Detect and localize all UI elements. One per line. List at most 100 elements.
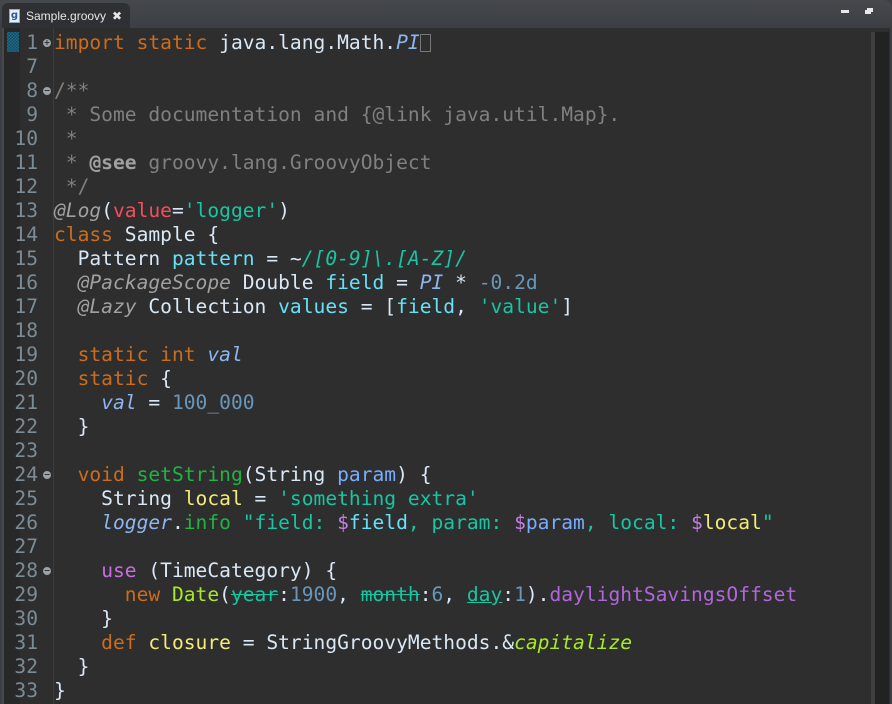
restore-icon[interactable] <box>865 10 871 14</box>
close-icon[interactable]: ✖ <box>112 9 122 23</box>
code-token: : <box>502 583 515 606</box>
code-token: year <box>230 583 279 606</box>
code-token: -0.2d <box>478 271 538 294</box>
fold-collapse-icon[interactable]: − <box>43 567 51 575</box>
code-token: /** <box>54 79 90 102</box>
code-text: * <box>54 127 78 151</box>
code-token: field <box>396 295 456 318</box>
line-number: 33 <box>14 679 38 702</box>
code-token: ( <box>219 583 231 606</box>
line-number: 21 <box>14 391 38 414</box>
code-token: = StringGroovyMethods.& <box>230 631 515 654</box>
code-token: import <box>54 31 125 54</box>
code-text: static int val <box>54 343 243 367</box>
code-text: static { <box>54 367 172 391</box>
code-text: /** <box>54 79 89 103</box>
line-number: 15 <box>14 247 38 270</box>
code-token: ) { <box>396 463 432 486</box>
code-token: values <box>278 295 349 318</box>
code-token: . <box>171 511 184 534</box>
code-token: (String <box>242 463 338 486</box>
code-token: new <box>124 583 161 606</box>
code-token: = <box>384 271 420 294</box>
editor-tab-bar: g Sample.groovy ✖ <box>0 0 892 29</box>
code-token: setString <box>136 463 243 486</box>
code-editor[interactable]: 1 + import static java.lang.Math.PI 7 8−/** 9… <box>2 28 890 704</box>
code-token: $ <box>337 511 349 534</box>
code-token: (TimeCategory) { <box>136 559 338 582</box>
code-token: static <box>136 31 208 54</box>
folded-import-indicator[interactable] <box>419 34 431 52</box>
code-token: day <box>466 583 503 606</box>
line-number: 23 <box>14 439 38 462</box>
code-text: } <box>54 679 66 703</box>
line-number: 32 <box>14 655 38 678</box>
tab-sample-groovy[interactable]: g Sample.groovy ✖ <box>2 3 130 29</box>
fold-expand-icon[interactable]: + <box>43 39 51 47</box>
code-token: Collection <box>136 295 279 318</box>
code-token: 'value' <box>478 295 562 318</box>
code-text: import static java.lang.Math.PI <box>54 31 431 55</box>
line-number: 10 <box>14 127 38 150</box>
line-number: 24 <box>14 463 38 486</box>
code-token: "field: <box>242 511 338 534</box>
minimize-icon[interactable] <box>841 10 849 13</box>
code-token: pattern <box>171 247 255 270</box>
code-token: /[0-9]\.[A-Z]/ <box>301 247 467 270</box>
code-token: field <box>348 511 408 534</box>
code-text: @Log(value='logger') <box>54 199 290 223</box>
code-token: $ <box>691 511 703 534</box>
line-number: 27 <box>14 535 38 558</box>
code-token: , <box>455 295 479 318</box>
fold-collapse-icon[interactable]: − <box>43 471 51 479</box>
code-token: val <box>101 391 137 414</box>
code-token: * Some documentation and {@link java.uti… <box>54 103 621 126</box>
code-token: : <box>419 583 432 606</box>
code-token: ) <box>278 199 290 222</box>
overview-ruler[interactable] <box>875 32 889 704</box>
code-token: = <box>171 199 184 222</box>
code-text: def closure = StringGroovyMethods.&capit… <box>54 631 632 655</box>
code-token: $ <box>514 511 526 534</box>
code-token: = <box>242 487 279 510</box>
code-token: capitalize <box>514 631 633 654</box>
code-token: " <box>761 511 774 534</box>
line-number: 22 <box>14 415 38 438</box>
code-token: param <box>525 511 585 534</box>
code-token: , param: <box>407 511 515 534</box>
code-token: field <box>325 271 385 294</box>
code-token: month <box>360 583 420 606</box>
code-text: } <box>54 655 90 679</box>
code-token: } <box>54 679 66 702</box>
code-token: static <box>54 367 149 390</box>
code-token: String <box>54 487 184 510</box>
line-number: 9 <box>26 103 38 126</box>
code-token: closure <box>148 631 231 654</box>
code-token: * <box>54 127 78 150</box>
code-token: static int <box>54 343 196 366</box>
code-token: java.lang.Math. <box>207 31 397 54</box>
fold-collapse-icon[interactable]: − <box>43 87 51 95</box>
code-token: use <box>101 559 137 582</box>
code-token: 1900 <box>289 583 338 606</box>
code-token: local <box>702 511 762 534</box>
code-text: Pattern pattern = ~/[0-9]\.[A-Z]/ <box>54 247 467 271</box>
code-token: , <box>443 583 467 606</box>
code-text: class Sample { <box>54 223 219 247</box>
line-number: 31 <box>14 631 38 654</box>
code-token: 100_000 <box>171 391 255 414</box>
code-text: * @see groovy.lang.GroovyObject <box>54 151 432 175</box>
code-token: * <box>443 271 479 294</box>
code-text: String local = 'something extra' <box>54 487 479 511</box>
code-token: ). <box>525 583 550 606</box>
code-token: PI <box>419 271 444 294</box>
code-token: Sample { <box>112 223 220 246</box>
code-token: def <box>54 631 137 654</box>
code-token: info <box>183 511 231 534</box>
